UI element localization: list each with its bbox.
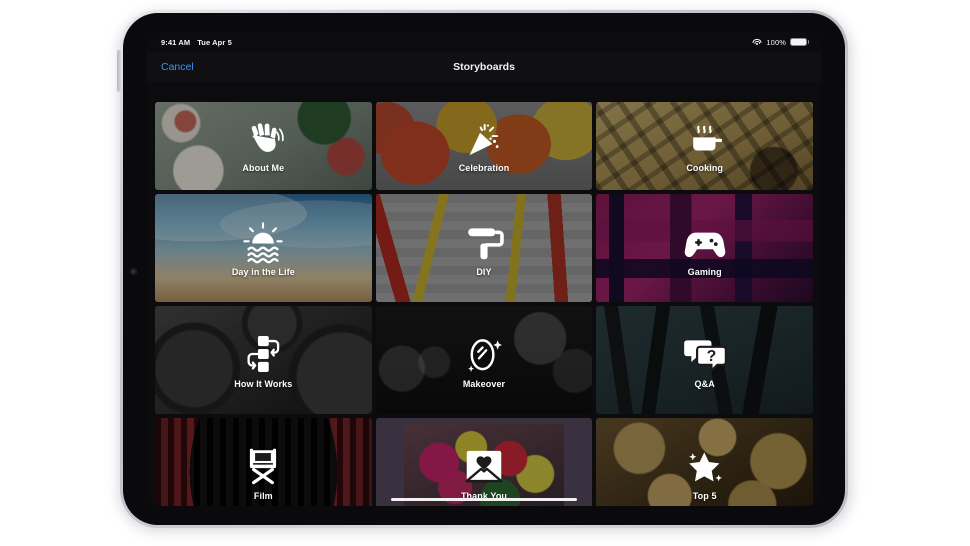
card-label: Makeover [462, 379, 506, 389]
screenshot-stage: 9:41 AM Tue Apr 5 100% Cancel Storyboard… [0, 0, 970, 546]
card-label: Top 5 [692, 491, 717, 501]
storyboard-card-cooking[interactable]: Cooking [596, 102, 813, 190]
status-bar-left: 9:41 AM Tue Apr 5 [161, 38, 232, 47]
card-label: How It Works [234, 379, 293, 389]
card-label: Film [253, 491, 273, 501]
storyboard-card-q-a[interactable]: Q&A [596, 306, 813, 414]
card-label: Celebration [458, 163, 510, 173]
storyboard-card-top-5[interactable]: Top 5 [596, 418, 813, 506]
battery-icon [790, 38, 810, 46]
storyboard-card-thank-you[interactable]: Thank You [375, 418, 593, 506]
storyboard-card-makeover[interactable]: Makeover [375, 306, 593, 414]
card-label: Gaming [687, 267, 722, 277]
cancel-button[interactable]: Cancel [161, 61, 194, 73]
party-popper-icon [463, 119, 505, 161]
status-date: Tue Apr 5 [197, 37, 232, 47]
front-camera-icon [130, 268, 137, 275]
navigation-bar: Cancel Storyboards [147, 52, 821, 82]
storyboard-card-celebration[interactable]: Celebration [375, 102, 593, 190]
gamepad-icon [682, 219, 728, 265]
flowchart-steps-icon [240, 331, 286, 377]
card-label: Cooking [686, 163, 724, 173]
card-label: DIY [476, 267, 492, 277]
status-bar-right: 100% [752, 37, 810, 47]
home-indicator[interactable] [391, 497, 577, 501]
storyboard-grid[interactable]: About Me Celebration Cooking Day in the Lif… [147, 82, 821, 506]
wifi-icon [752, 38, 762, 46]
tablet-screen: 9:41 AM Tue Apr 5 100% Cancel Storyboard… [147, 32, 821, 506]
steaming-pot-icon [684, 119, 726, 161]
card-label: Day in the Life [231, 267, 295, 277]
storyboard-card-about-me[interactable]: About Me [155, 102, 372, 190]
question-bubble-icon [682, 331, 728, 377]
page-title: Storyboards [453, 61, 515, 73]
sunrise-water-icon [240, 219, 286, 265]
status-bar: 9:41 AM Tue Apr 5 100% [147, 32, 821, 52]
storyboard-card-diy[interactable]: DIY [375, 194, 593, 302]
card-label: Q&A [694, 379, 715, 389]
director-chair-icon [240, 443, 286, 489]
status-time: 9:41 AM [161, 37, 191, 47]
sparkle-mirror-icon [461, 331, 507, 377]
heart-envelope-icon [461, 443, 507, 489]
storyboard-card-day-in-the-life[interactable]: Day in the Life [155, 194, 372, 302]
star-sparkle-icon [682, 443, 728, 489]
storyboard-card-film[interactable]: Film [155, 418, 372, 506]
volume-button[interactable] [117, 50, 121, 92]
card-label: About Me [242, 163, 285, 173]
storyboard-card-gaming[interactable]: Gaming [596, 194, 813, 302]
waving-hand-icon [242, 119, 284, 161]
storyboard-card-how-it-works[interactable]: How It Works [155, 306, 372, 414]
paint-roller-icon [461, 219, 507, 265]
battery-percent-label: 100% [766, 37, 786, 47]
